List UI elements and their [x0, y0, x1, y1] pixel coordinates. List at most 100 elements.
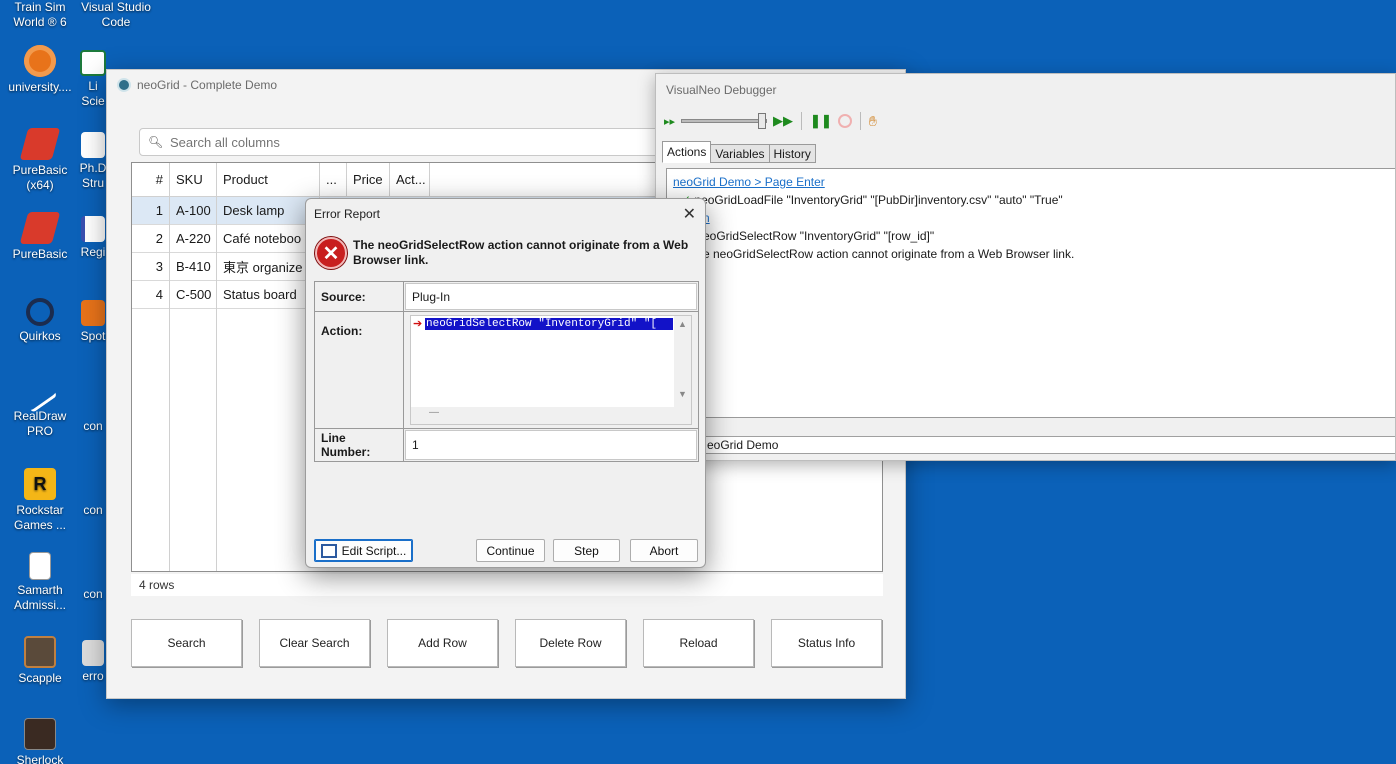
desktop-icon-purebasic-x64[interactable]: PureBasic (x64) [2, 128, 78, 193]
continue-button[interactable]: Continue [476, 539, 545, 562]
add-row-button[interactable]: Add Row [387, 619, 498, 667]
column-header-sku[interactable]: SKU [170, 163, 217, 196]
edit-script-label: Edit Script... [341, 543, 407, 558]
desktop-icon-label: erro [82, 669, 104, 683]
column-divider [169, 197, 170, 571]
desktop-icon-con-2[interactable]: con [78, 486, 108, 518]
desktop-icon-label: Li Scie [81, 79, 105, 108]
scroll-up-icon[interactable]: ▲ [674, 319, 691, 329]
row-number: 3 [132, 253, 170, 280]
desktop-icon-purebasic[interactable]: PureBasic [2, 212, 78, 262]
search-icon: 🔍︎ [148, 135, 164, 149]
search-box[interactable]: 🔍︎ [139, 128, 699, 156]
current-line-arrow-icon: ➔ [413, 318, 423, 330]
dialog-titlebar[interactable]: Error Report [306, 199, 705, 229]
column-header-more[interactable]: ... [320, 163, 347, 196]
clear-search-button[interactable]: Clear Search [259, 619, 370, 667]
action-code-box[interactable]: ➔ neoGridSelectRow "InventoryGrid" "[ ▲ … [410, 315, 692, 425]
search-button[interactable]: Search [131, 619, 242, 667]
desktop-icon-vscode[interactable]: Visual Studio Code [78, 0, 154, 30]
desktop-icon-train-sim[interactable]: Train Sim World ® 6 [2, 0, 78, 30]
tab-variables[interactable]: Variables [710, 144, 770, 163]
edit-script-icon [320, 543, 337, 558]
step-button[interactable]: Step [553, 539, 620, 562]
abort-button[interactable]: Abort [630, 539, 698, 562]
delete-row-button[interactable]: Delete Row [515, 619, 626, 667]
sherlock-icon [24, 718, 56, 750]
log-line-error: e neoGridSelectRow action cannot origina… [703, 247, 1075, 261]
desktop-icon-label: Sherlock [16, 753, 64, 764]
close-icon[interactable]: ✕ [683, 204, 696, 224]
action-label: Action: [315, 312, 404, 428]
desktop-icon-li-scie[interactable]: Li Scie [78, 50, 108, 109]
app-icon [81, 300, 105, 326]
scapple-icon [24, 636, 56, 668]
column-header-product[interactable]: Product [217, 163, 320, 196]
desktop-icon-label: Train Sim World ® 6 [13, 0, 67, 29]
actions-log[interactable]: neoGrid Demo > Page Enter ✓ neoGridLoadF… [666, 168, 1395, 418]
line-number-label: Line Number: [315, 429, 404, 461]
log-line: ✓ neoGridLoadFile "InventoryGrid" "[PubD… [673, 191, 1389, 209]
desktop-icon-label: Regi [80, 245, 106, 259]
speed-slider-thumb[interactable] [758, 113, 767, 129]
desktop-icon-erro[interactable]: erro [78, 640, 108, 684]
desktop-icon-samarth[interactable]: Samarth Admissi... [2, 552, 78, 613]
desktop-icon-rockstar[interactable]: R Rockstar Games ... [2, 468, 78, 533]
source-row: Source: Plug-In [315, 282, 698, 312]
horizontal-scrollbar[interactable]: — [411, 407, 691, 424]
pause-icon[interactable]: ❚❚ [810, 113, 832, 129]
column-header-price[interactable]: Price [347, 163, 390, 196]
action-row: Action: ➔ neoGridSelectRow "InventoryGri… [315, 312, 698, 429]
column-header-actions[interactable]: Act... [390, 163, 430, 196]
row-number: 2 [132, 225, 170, 252]
desktop-icon-label: Rockstar Games ... [13, 503, 66, 532]
debugger-toolbar: ▸▸ ▶▶ ❚❚ ✋︎ [656, 108, 1395, 134]
log-line: eoGridSelectRow "InventoryGrid" "[row_id… [703, 229, 935, 243]
toolbar-separator [801, 112, 803, 130]
tab-history[interactable]: History [768, 144, 816, 163]
desktop-icon-con-1[interactable]: con [78, 402, 108, 434]
purebasic-icon [19, 128, 61, 160]
file-icon [82, 640, 104, 666]
desktop-icon-label: con [83, 419, 103, 433]
fast-speed-icon[interactable]: ▶▶ [773, 113, 793, 129]
hand-icon[interactable]: ✋︎ [869, 113, 877, 130]
desktop-icon-label: con [83, 503, 103, 517]
status-info-button[interactable]: Status Info [771, 619, 882, 667]
desktop-icon-university[interactable]: university.... [2, 45, 78, 95]
desktop-icon-regi[interactable]: Regi [78, 216, 108, 260]
desktop-icon-sherlock[interactable]: Sherlock [2, 718, 78, 764]
log-line-link[interactable]: n [673, 209, 1389, 227]
debugger-titlebar[interactable]: VisualNeo Debugger [656, 74, 1395, 106]
column-header-number[interactable]: # [132, 163, 170, 196]
action-code-line: neoGridSelectRow "InventoryGrid" "[ [425, 318, 673, 330]
desktop-icon-realdraw[interactable]: RealDraw PRO [2, 381, 78, 439]
desktop-icon-phd-stru[interactable]: Ph.D Stru [78, 132, 108, 191]
log-line-link[interactable]: neoGrid Demo > Page Enter [673, 173, 1389, 191]
desktop-icon-label: Visual Studio Code [81, 0, 151, 29]
speed-slider[interactable] [681, 113, 768, 129]
row-number: 4 [132, 281, 170, 308]
log-line-text: neoGridLoadFile "InventoryGrid" "[PubDir… [694, 193, 1063, 207]
stop-icon[interactable] [837, 114, 852, 128]
search-input[interactable] [170, 134, 670, 150]
desktop-icon-quirkos[interactable]: Quirkos [2, 298, 78, 344]
slow-speed-icon[interactable]: ▸▸ [664, 115, 675, 128]
tab-actions[interactable]: Actions [662, 141, 712, 163]
rockstar-icon: R [24, 468, 56, 500]
app-icon [117, 78, 131, 92]
desktop-icon-con-3[interactable]: con [78, 570, 108, 602]
debugger-title: VisualNeo Debugger [666, 83, 777, 97]
desktop-icon-scapple[interactable]: Scapple [2, 636, 78, 686]
desktop-icon-spot[interactable]: Spot [78, 300, 108, 344]
vertical-scrollbar[interactable]: ▲ ▼ [674, 316, 691, 411]
reload-button[interactable]: Reload [643, 619, 754, 667]
desktop-icon-label: Spot [80, 329, 106, 343]
purebasic-icon [19, 212, 61, 244]
edit-script-button[interactable]: Edit Script... [314, 539, 413, 562]
line-number-row: Line Number: 1 [315, 429, 698, 461]
sku-cell: C-500 [170, 281, 217, 308]
scroll-down-icon[interactable]: ▼ [674, 389, 691, 399]
window-title: neoGrid - Complete Demo [137, 78, 278, 92]
error-report-dialog: Error Report ✕ ✕ The neoGridSelectRow ac… [305, 198, 706, 568]
